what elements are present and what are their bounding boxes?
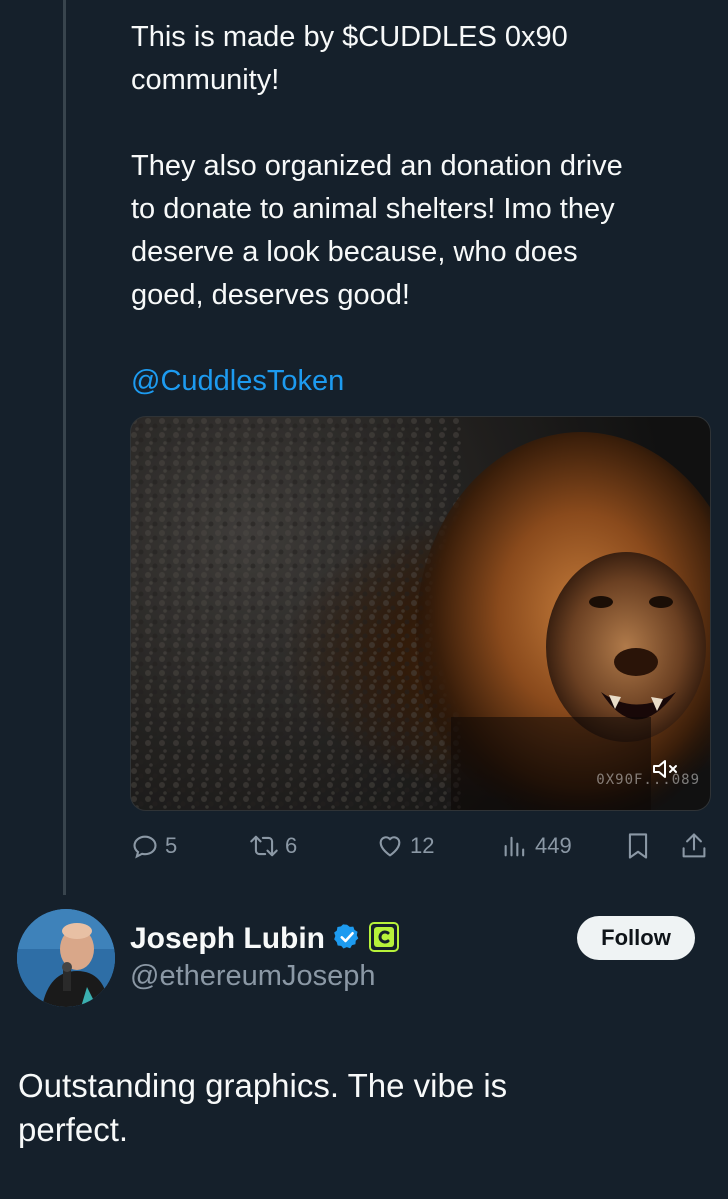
- share-icon: [680, 831, 708, 861]
- repost-icon: [249, 832, 279, 860]
- follow-button[interactable]: Follow: [577, 916, 695, 960]
- video-player[interactable]: 0X90F...089: [130, 416, 711, 811]
- post-text-line: to donate to animal shelters! Imo they: [131, 193, 615, 225]
- author-handle[interactable]: @ethereumJoseph: [130, 960, 375, 993]
- post-body: This is made by $CUDDLES 0x90 community!…: [131, 16, 716, 403]
- like-button[interactable]: 12: [376, 828, 434, 864]
- repost-count: 6: [285, 833, 298, 858]
- lion-video-frame: [131, 417, 710, 810]
- reply-button[interactable]: 5: [131, 828, 177, 864]
- repost-button[interactable]: 6: [249, 828, 297, 864]
- bookmark-button[interactable]: [625, 828, 651, 864]
- reply-body: Outstanding graphics. The vibe is perfec…: [18, 1064, 708, 1152]
- author-photo: [17, 909, 115, 1007]
- mention-link[interactable]: @CuddlesToken: [131, 365, 344, 397]
- analytics-icon: [501, 832, 529, 860]
- post-text-line: goed, deserves good!: [131, 279, 410, 311]
- avatar[interactable]: [17, 909, 115, 1007]
- author-name[interactable]: Joseph Lubin: [130, 922, 325, 956]
- author-name-row: Joseph Lubin: [130, 918, 399, 960]
- views-button[interactable]: 449: [501, 828, 572, 864]
- post-text-line: They also organized an donation drive: [131, 150, 623, 182]
- speaker-muted-icon[interactable]: [652, 758, 680, 780]
- bookmark-icon: [625, 831, 651, 861]
- affiliate-badge-icon: [369, 921, 399, 957]
- tweet-thread: This is made by $CUDDLES 0x90 community!…: [0, 0, 728, 1199]
- post-text-line: deserve a look because, who does: [131, 236, 578, 268]
- post-text-line: community!: [131, 64, 280, 96]
- like-count: 12: [410, 833, 435, 858]
- heart-icon: [376, 832, 404, 860]
- reply-text-line: perfect.: [18, 1111, 129, 1148]
- video-watermark: 0X90F...089: [596, 772, 700, 788]
- view-count: 449: [535, 833, 572, 858]
- reply-text-line: Outstanding graphics. The vibe is: [18, 1067, 508, 1104]
- post-text-line: This is made by $CUDDLES 0x90: [131, 21, 568, 53]
- share-button[interactable]: [680, 828, 708, 864]
- post-action-bar: 5 6 12 449: [131, 828, 716, 864]
- thread-connector-line: [63, 0, 66, 895]
- verified-badge-icon: [333, 923, 361, 956]
- reply-icon: [131, 832, 159, 860]
- reply-count: 5: [165, 833, 178, 858]
